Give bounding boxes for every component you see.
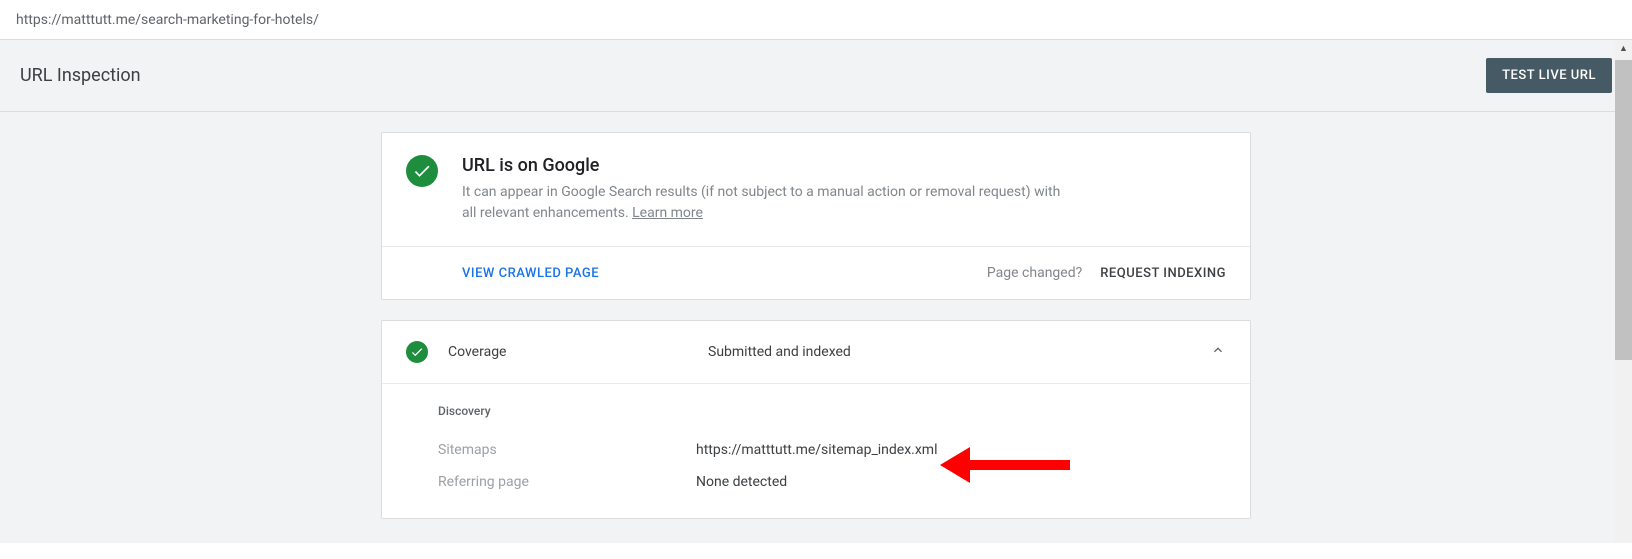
learn-more-link[interactable]: Learn more xyxy=(632,205,703,221)
discovery-row: Referring page None detected xyxy=(438,466,1226,498)
status-icon-wrap xyxy=(406,155,438,224)
url-text: https://matttutt.me/search-marketing-for… xyxy=(16,12,319,28)
coverage-header[interactable]: Coverage Submitted and indexed xyxy=(382,321,1250,384)
status-text-block: URL is on Google It can appear in Google… xyxy=(462,155,1226,224)
main-content: URL is on Google It can appear in Google… xyxy=(0,112,1632,559)
coverage-label: Coverage xyxy=(448,344,688,360)
sitemaps-label: Sitemaps xyxy=(438,442,696,458)
discovery-row: Sitemaps https://matttutt.me/sitemap_ind… xyxy=(438,434,1226,466)
referring-page-value: None detected xyxy=(696,474,787,490)
status-title: URL is on Google xyxy=(462,155,1226,176)
status-description: It can appear in Google Search results (… xyxy=(462,182,1062,224)
referring-page-label: Referring page xyxy=(438,474,696,490)
content-area: URL Inspection TEST LIVE URL URL is on G… xyxy=(0,40,1632,543)
check-icon xyxy=(406,341,428,363)
page-changed-label: Page changed? xyxy=(987,265,1082,281)
coverage-card: Coverage Submitted and indexed Discovery… xyxy=(381,320,1251,519)
coverage-status: Submitted and indexed xyxy=(708,344,1190,360)
sitemaps-value: https://matttutt.me/sitemap_index.xml xyxy=(696,442,937,458)
status-card: URL is on Google It can appear in Google… xyxy=(381,132,1251,300)
check-icon xyxy=(406,155,438,187)
scrollbar-up-arrow[interactable]: ▲ xyxy=(1615,40,1632,57)
chevron-up-icon xyxy=(1210,342,1226,362)
cards-wrapper: URL is on Google It can appear in Google… xyxy=(381,132,1251,539)
request-indexing-button[interactable]: REQUEST INDEXING xyxy=(1100,266,1226,281)
discovery-heading: Discovery xyxy=(438,404,1226,418)
test-live-url-button[interactable]: TEST LIVE URL xyxy=(1486,58,1612,93)
url-input-bar[interactable]: https://matttutt.me/search-marketing-for… xyxy=(0,0,1632,40)
actions-right: Page changed? REQUEST INDEXING xyxy=(987,265,1226,281)
page-title: URL Inspection xyxy=(20,65,141,86)
page-header: URL Inspection TEST LIVE URL xyxy=(0,40,1632,112)
view-crawled-page-button[interactable]: VIEW CRAWLED PAGE xyxy=(462,266,599,281)
status-card-top: URL is on Google It can appear in Google… xyxy=(382,133,1250,247)
scrollbar-thumb[interactable] xyxy=(1615,60,1632,360)
status-card-actions: VIEW CRAWLED PAGE Page changed? REQUEST … xyxy=(382,247,1250,299)
discovery-section: Discovery Sitemaps https://matttutt.me/s… xyxy=(382,384,1250,518)
